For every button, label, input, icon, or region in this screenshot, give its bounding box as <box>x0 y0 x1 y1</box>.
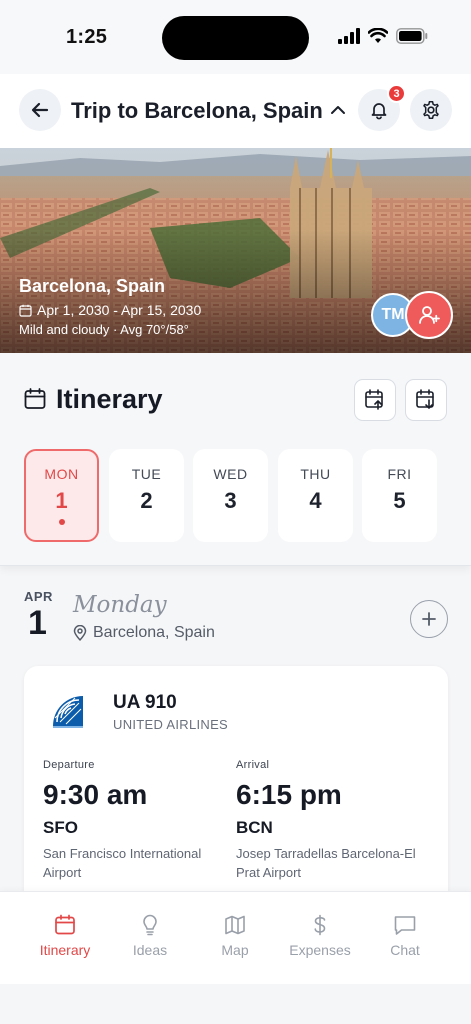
day-number: 3 <box>224 488 237 513</box>
calendar-icon <box>55 914 75 935</box>
tab-map[interactable]: Map <box>193 914 277 958</box>
tab-label: Expenses <box>289 942 351 958</box>
tab-label: Ideas <box>132 942 168 958</box>
dollar-icon <box>314 914 326 936</box>
united-airlines-logo-icon <box>53 696 83 728</box>
tab-chat[interactable]: Chat <box>363 914 447 958</box>
export-calendar-button[interactable] <box>354 379 396 421</box>
hero-dates-text: Apr 1, 2030 - Apr 15, 2030 <box>37 302 202 318</box>
hero-city-name: Barcelona, Spain <box>19 276 166 296</box>
departure-time: 9:30 am <box>43 779 148 810</box>
tab-itinerary[interactable]: Itinerary <box>23 914 107 958</box>
day-pill-mon[interactable]: MON 1 <box>24 449 99 542</box>
status-bar: 1:25 <box>0 0 471 74</box>
calendar-icon <box>24 388 46 409</box>
tab-ideas[interactable]: Ideas <box>108 914 192 958</box>
tab-label: Map <box>221 942 249 958</box>
day-location: Barcelona, Spain <box>73 624 215 642</box>
calendar-icon <box>19 304 32 317</box>
departure-airport: San Francisco International Airport <box>43 846 202 880</box>
status-time: 1:25 <box>66 26 108 48</box>
tab-expenses[interactable]: Expenses <box>278 914 362 958</box>
map-pin-icon <box>73 625 87 641</box>
date-month: APR <box>24 589 53 604</box>
chevron-up-icon[interactable] <box>329 102 347 118</box>
calendar-import-icon <box>416 389 434 409</box>
wifi-icon <box>368 28 388 43</box>
departure-label: Departure <box>43 759 95 771</box>
arrival-code: BCN <box>236 818 273 837</box>
arrival-time: 6:15 pm <box>236 779 342 810</box>
day-pill-fri[interactable]: FRI 5 <box>362 449 437 542</box>
back-button[interactable] <box>19 89 61 131</box>
day-name: FRI <box>387 466 412 482</box>
status-icons <box>338 28 428 44</box>
tab-label: Itinerary <box>39 942 91 958</box>
lightbulb-icon <box>143 914 157 936</box>
day-location-text: Barcelona, Spain <box>93 624 215 641</box>
add-user-icon <box>419 306 440 324</box>
day-name: TUE <box>131 466 162 482</box>
chat-icon <box>394 916 416 935</box>
arrow-left-icon <box>31 102 49 118</box>
day-number: 1 <box>55 488 68 513</box>
day-number: 2 <box>140 488 153 513</box>
dynamic-island <box>162 16 309 60</box>
flight-number: UA 910 <box>113 692 177 713</box>
hero-dates: Apr 1, 2030 - Apr 15, 2030 <box>19 302 201 318</box>
arrival-label: Arrival <box>236 759 270 771</box>
tab-label: Chat <box>390 942 420 958</box>
gear-icon <box>423 101 439 119</box>
day-pill-thu[interactable]: THU 4 <box>278 449 353 542</box>
day-pill-tue[interactable]: TUE 2 <box>109 449 184 542</box>
itinerary-title: Itinerary <box>56 384 163 414</box>
day-name: MON <box>44 466 79 482</box>
hero-weather: Mild and cloudy · Avg 70°/58° <box>19 322 189 337</box>
import-calendar-button[interactable] <box>405 379 447 421</box>
date-day: 1 <box>28 604 47 642</box>
map-icon <box>225 915 245 935</box>
bell-icon <box>371 103 387 120</box>
day-number: 5 <box>393 488 406 513</box>
airline-name: UNITED AIRLINES <box>113 717 229 732</box>
battery-icon <box>396 28 428 44</box>
notification-badge: 3 <box>387 84 406 103</box>
day-pill-wed[interactable]: WED 3 <box>193 449 268 542</box>
add-item-button[interactable] <box>410 600 448 638</box>
add-traveler-button[interactable] <box>405 291 453 339</box>
departure-code: SFO <box>43 818 78 837</box>
day-name: THU <box>300 466 331 482</box>
settings-button[interactable] <box>410 89 452 131</box>
weekday-label: Monday <box>73 592 167 618</box>
trip-title[interactable]: Trip to Barcelona, Spain <box>71 98 323 124</box>
plus-icon <box>422 612 436 626</box>
calendar-export-icon <box>365 389 383 410</box>
day-indicator-dot <box>58 519 65 525</box>
day-name: WED <box>213 466 248 482</box>
cellular-signal-icon <box>338 28 360 44</box>
day-number: 4 <box>309 488 322 513</box>
home-indicator-area <box>0 984 471 1024</box>
arrival-airport: Josep Tarradellas Barcelona-El Prat Airp… <box>236 846 416 880</box>
